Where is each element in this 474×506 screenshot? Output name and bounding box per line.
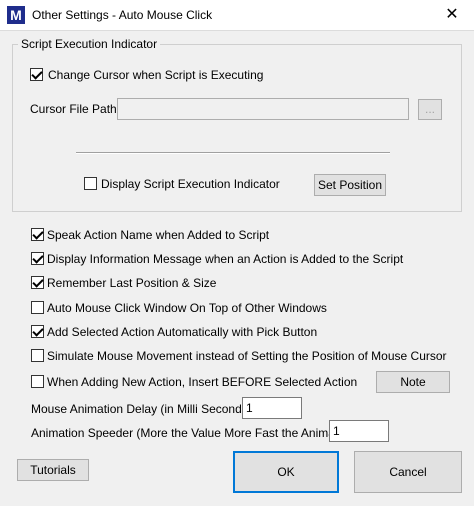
window-title: Other Settings - Auto Mouse Click <box>32 8 213 22</box>
app-logo-icon: M <box>7 6 25 24</box>
browse-button[interactable]: ... <box>418 99 442 120</box>
option-checkbox[interactable] <box>31 276 44 289</box>
change-cursor-checkbox[interactable] <box>30 68 43 81</box>
animation-speeder-label: Animation Speeder (More the Value More F… <box>31 426 365 440</box>
option-checkbox[interactable] <box>31 375 44 388</box>
tutorials-button[interactable]: Tutorials <box>17 459 89 481</box>
option-label[interactable]: Auto Mouse Click Window On Top of Other … <box>47 301 327 315</box>
group-legend: Script Execution Indicator <box>18 37 161 51</box>
note-button[interactable]: Note <box>376 371 450 393</box>
display-indicator-checkbox[interactable] <box>84 177 97 190</box>
option-label[interactable]: When Adding New Action, Insert BEFORE Se… <box>47 375 357 389</box>
animation-delay-label: Mouse Animation Delay (in Milli Second(s… <box>31 402 267 416</box>
option-checkbox[interactable] <box>31 228 44 241</box>
change-cursor-label[interactable]: Change Cursor when Script is Executing <box>48 68 263 82</box>
animation-speeder-input[interactable] <box>329 420 389 442</box>
animation-delay-input[interactable] <box>242 397 302 419</box>
option-checkbox[interactable] <box>31 301 44 314</box>
cursor-path-input[interactable] <box>117 98 409 120</box>
option-label[interactable]: Display Information Message when an Acti… <box>47 252 403 266</box>
option-checkbox[interactable] <box>31 252 44 265</box>
separator-line <box>76 152 390 154</box>
option-checkbox[interactable] <box>31 325 44 338</box>
title-bar: M Other Settings - Auto Mouse Click ✕ <box>0 0 474 31</box>
option-label[interactable]: Remember Last Position & Size <box>47 276 216 290</box>
option-checkbox[interactable] <box>31 349 44 362</box>
option-label[interactable]: Add Selected Action Automatically with P… <box>47 325 317 339</box>
option-label[interactable]: Speak Action Name when Added to Script <box>47 228 269 242</box>
option-label[interactable]: Simulate Mouse Movement instead of Setti… <box>47 349 447 363</box>
set-position-button[interactable]: Set Position <box>314 174 386 196</box>
display-indicator-label[interactable]: Display Script Execution Indicator <box>101 177 280 191</box>
cursor-path-label: Cursor File Path : <box>30 102 124 116</box>
cancel-button[interactable]: Cancel <box>354 451 462 493</box>
close-icon[interactable]: ✕ <box>430 0 474 30</box>
ok-button[interactable]: OK <box>233 451 339 493</box>
